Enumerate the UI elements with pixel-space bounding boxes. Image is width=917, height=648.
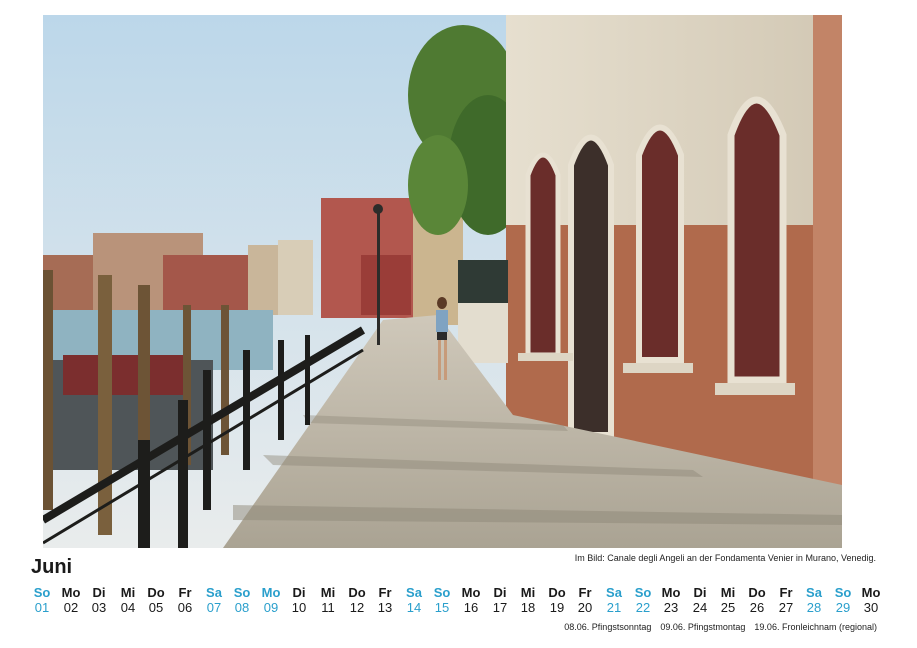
day-cell: Sa 14 xyxy=(399,585,429,615)
weekday-label: Mo xyxy=(661,585,681,600)
calendar-photo xyxy=(43,15,842,548)
day-cell: Mi 04 xyxy=(113,585,143,615)
day-cell: Do 19 xyxy=(542,585,572,615)
weekday-label: Di xyxy=(292,585,306,600)
day-cell: Mi 11 xyxy=(313,585,343,615)
murano-canal-illustration xyxy=(43,15,842,548)
day-cell: Do 05 xyxy=(141,585,171,615)
day-number: 05 xyxy=(148,600,164,615)
weekday-label: So xyxy=(33,585,51,600)
weekday-label: Sa xyxy=(206,585,222,600)
weekday-label: Mi xyxy=(520,585,536,600)
day-number: 13 xyxy=(377,600,393,615)
day-cell: Do 26 xyxy=(742,585,772,615)
day-cell: Fr 20 xyxy=(570,585,600,615)
weekday-label: Mi xyxy=(120,585,136,600)
weekday-label: Fr xyxy=(178,585,192,600)
weekday-label: Fr xyxy=(578,585,592,600)
weekday-label: Sa xyxy=(606,585,622,600)
day-number: 28 xyxy=(806,600,822,615)
day-number: 29 xyxy=(835,600,851,615)
weekday-label: Do xyxy=(748,585,766,600)
photo-caption: Im Bild: Canale degli Angeli an der Fond… xyxy=(574,553,876,563)
day-number: 20 xyxy=(577,600,593,615)
day-number: 11 xyxy=(321,600,335,615)
weekday-label: Fr xyxy=(378,585,392,600)
day-cell: Fr 06 xyxy=(170,585,200,615)
day-number: 01 xyxy=(34,600,50,615)
weekday-label: Fr xyxy=(779,585,793,600)
day-cell: Sa 21 xyxy=(599,585,629,615)
weekday-label: Do xyxy=(548,585,566,600)
day-number: 08 xyxy=(234,600,250,615)
day-cell: Mo 16 xyxy=(456,585,486,615)
holiday-note: 19.06. Fronleichnam (regional) xyxy=(754,622,877,632)
day-cell: So 08 xyxy=(227,585,257,615)
day-cell: So 22 xyxy=(628,585,658,615)
day-number: 03 xyxy=(91,600,107,615)
day-cell: Di 24 xyxy=(685,585,715,615)
day-number: 25 xyxy=(720,600,736,615)
holiday-note: 08.06. Pfingstsonntag xyxy=(564,622,652,632)
holiday-note: 09.06. Pfingstmontag xyxy=(660,622,746,632)
day-cell: So 15 xyxy=(427,585,457,615)
day-cell: Mo 23 xyxy=(656,585,686,615)
day-number: 21 xyxy=(606,600,622,615)
day-number: 09 xyxy=(263,600,279,615)
day-row: So 01 Mo 02 Di 03 Mi 04 Do 05 Fr 06 Sa 07 So 08 Mo 09 Di 10… xyxy=(27,585,883,621)
day-number: 04 xyxy=(120,600,136,615)
day-number: 14 xyxy=(406,600,422,615)
day-cell: So 01 xyxy=(27,585,57,615)
day-cell: Fr 27 xyxy=(771,585,801,615)
day-cell: Mi 25 xyxy=(713,585,743,615)
weekday-label: Mo xyxy=(61,585,81,600)
weekday-label: Do xyxy=(348,585,366,600)
day-number: 17 xyxy=(492,600,508,615)
day-number: 22 xyxy=(635,600,651,615)
day-number: 24 xyxy=(692,600,708,615)
day-cell: Do 12 xyxy=(342,585,372,615)
day-number: 15 xyxy=(434,600,450,615)
day-cell: Di 03 xyxy=(84,585,114,615)
weekday-label: So xyxy=(433,585,451,600)
day-number: 27 xyxy=(778,600,794,615)
weekday-label: Mo xyxy=(261,585,281,600)
month-title: Juni xyxy=(31,556,73,578)
day-cell: Mo 30 xyxy=(856,585,886,615)
day-cell: Fr 13 xyxy=(370,585,400,615)
weekday-label: Di xyxy=(493,585,507,600)
weekday-label: Mo xyxy=(861,585,881,600)
weekday-label: So xyxy=(233,585,251,600)
weekday-label: Mi xyxy=(320,585,336,600)
weekday-label: Mo xyxy=(461,585,481,600)
day-cell: Di 17 xyxy=(485,585,515,615)
day-number: 30 xyxy=(863,600,879,615)
weekday-label: Do xyxy=(147,585,165,600)
day-number: 16 xyxy=(463,600,479,615)
day-number: 12 xyxy=(349,600,365,615)
weekday-label: Sa xyxy=(406,585,422,600)
day-number: 18 xyxy=(520,600,536,615)
day-cell: Mo 09 xyxy=(256,585,286,615)
weekday-label: Di xyxy=(92,585,106,600)
weekday-label: So xyxy=(834,585,852,600)
day-cell: Mo 02 xyxy=(56,585,86,615)
day-cell: Sa 07 xyxy=(199,585,229,615)
day-number: 19 xyxy=(549,600,565,615)
weekday-label: So xyxy=(634,585,652,600)
day-number: 26 xyxy=(749,600,765,615)
day-number: 10 xyxy=(291,600,307,615)
day-number: 07 xyxy=(206,600,222,615)
day-number: 02 xyxy=(63,600,79,615)
weekday-label: Di xyxy=(693,585,707,600)
weekday-label: Sa xyxy=(806,585,822,600)
day-cell: Mi 18 xyxy=(513,585,543,615)
day-cell: Di 10 xyxy=(284,585,314,615)
day-number: 23 xyxy=(663,600,679,615)
day-number: 06 xyxy=(177,600,193,615)
day-cell: So 29 xyxy=(828,585,858,615)
holiday-notes: 08.06. Pfingstsonntag 09.06. Pfingstmonta… xyxy=(555,622,877,632)
weekday-label: Mi xyxy=(720,585,736,600)
day-cell: Sa 28 xyxy=(799,585,829,615)
